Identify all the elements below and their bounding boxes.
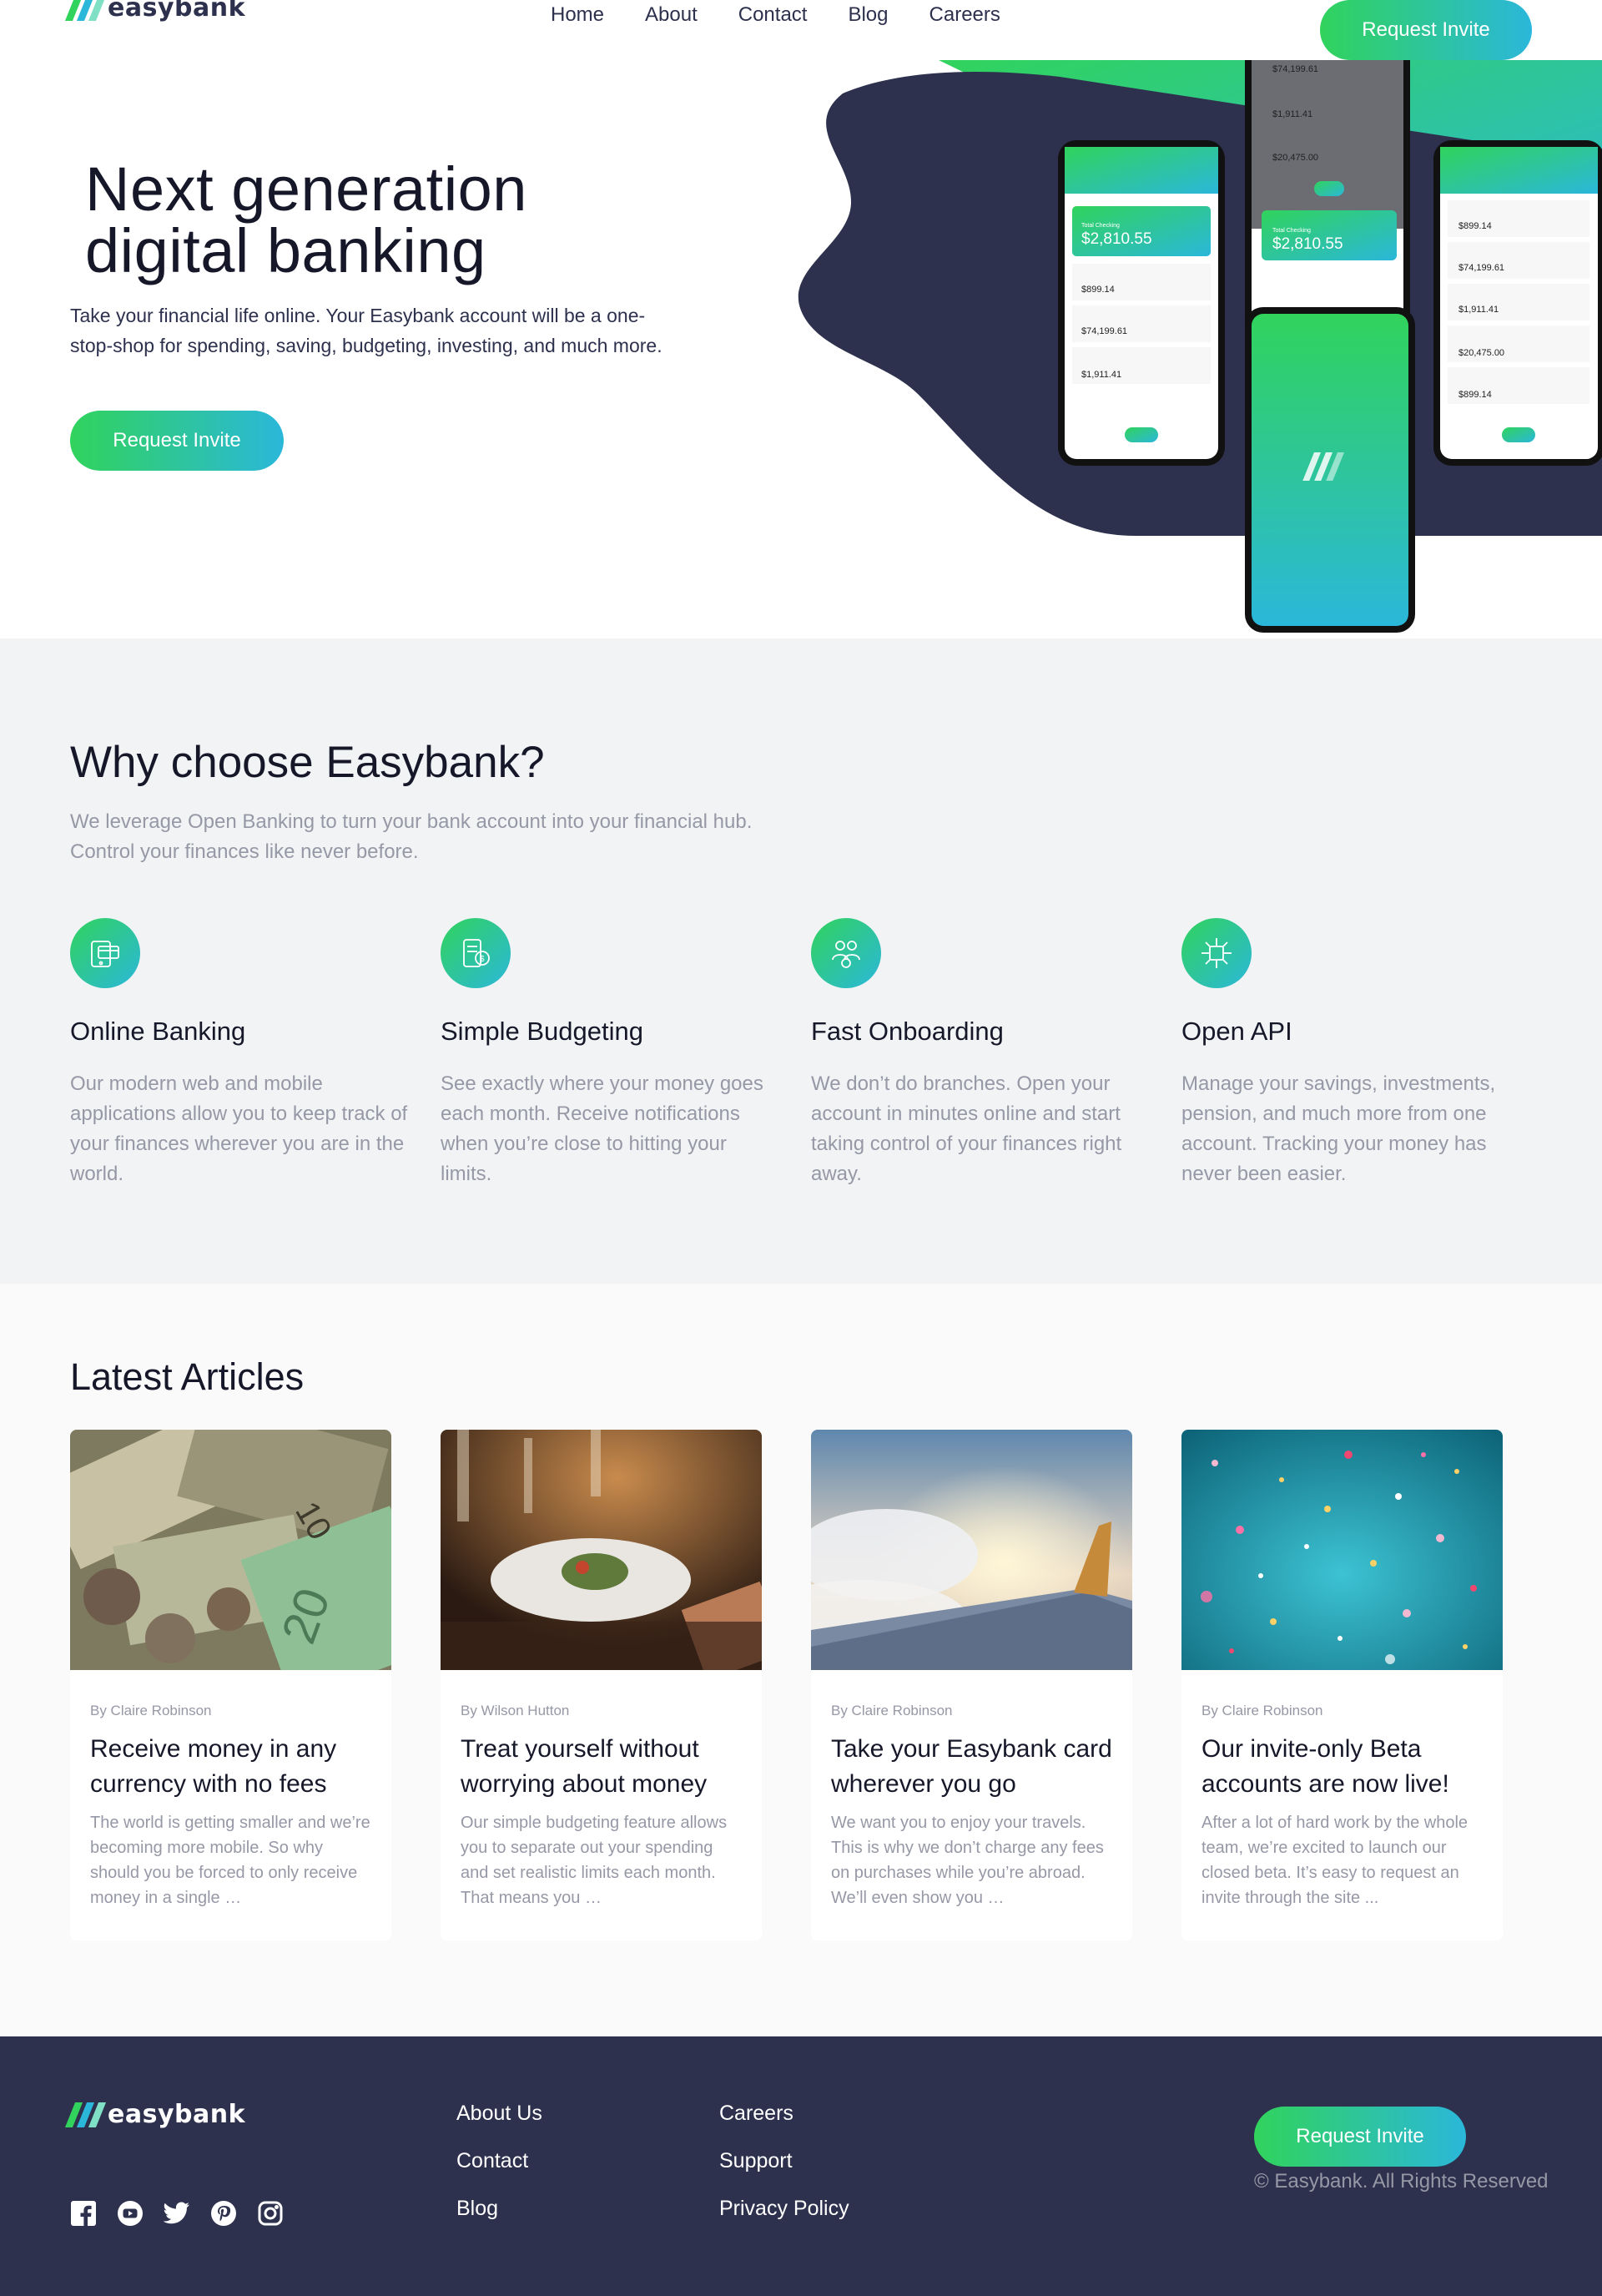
feature-fast-onboarding: Fast Onboarding We don’t do branches. Op… <box>811 918 1153 1189</box>
hero-title-line2: digital banking <box>85 216 486 285</box>
hero-request-invite-button[interactable]: Request Invite <box>70 411 284 471</box>
svg-text:$899.14: $899.14 <box>1458 221 1492 231</box>
article-excerpt: The world is getting smaller and we’re b… <box>90 1814 370 1907</box>
footer-link-about-us[interactable]: About Us <box>456 2102 542 2126</box>
feature-open-api: Open API Manage your savings, investment… <box>1181 918 1524 1189</box>
youtube-icon[interactable] <box>117 2200 144 2227</box>
why-section: Why choose Easybank? We leverage Open Ba… <box>0 638 1602 1284</box>
feature-text: See exactly where your money goes each m… <box>441 1072 763 1185</box>
svg-text:Total Checking: Total Checking <box>1081 223 1120 229</box>
article-excerpt: After a lot of hard work by the whole te… <box>1202 1814 1468 1907</box>
svg-text:$74,199.61: $74,199.61 <box>1458 263 1504 273</box>
social-links <box>70 2200 284 2227</box>
article-excerpt: Our simple budgeting feature allows you … <box>461 1814 728 1907</box>
article-excerpt: We want you to enjoy your travels. This … <box>831 1814 1104 1907</box>
why-title: Why choose Easybank? <box>70 738 545 787</box>
article-card[interactable]: By Wilson Hutton Treat yourself without … <box>441 1430 762 1940</box>
article-card[interactable]: By Claire Robinson Take your Easybank ca… <box>811 1430 1132 1940</box>
hero-title-line1: Next generation <box>85 154 527 224</box>
confetti-image <box>1181 1430 1503 1670</box>
hero-section: Next generation digital banking Take your… <box>0 60 1602 638</box>
svg-text:$1,911.41: $1,911.41 <box>1458 305 1499 315</box>
svg-text:$20,475.00: $20,475.00 <box>1272 153 1318 163</box>
facebook-icon[interactable] <box>70 2200 97 2227</box>
svg-text:$2,810.55: $2,810.55 <box>1081 230 1152 248</box>
footer-link-privacy-policy[interactable]: Privacy Policy <box>719 2197 849 2221</box>
nav-link-careers[interactable]: Careers <box>929 3 1000 27</box>
phone-left: Total Checking $2,810.55 $899.14 $74,199… <box>1058 140 1225 466</box>
nav-link-blog[interactable]: Blog <box>848 3 888 27</box>
budgeting-icon: $ <box>441 918 511 988</box>
nav-link-about[interactable]: About <box>645 3 698 27</box>
online-banking-icon <box>70 918 140 988</box>
svg-text:$74,199.61: $74,199.61 <box>1272 64 1318 74</box>
svg-text:$899.14: $899.14 <box>1081 285 1115 295</box>
article-title[interactable]: Take your Easybank card wherever you go <box>831 1732 1119 1802</box>
article-card[interactable]: 20 10 By Claire Robinson Receive money i… <box>70 1430 391 1940</box>
svg-text:$899.14: $899.14 <box>1458 390 1492 400</box>
footer-links-col2: Careers Support Privacy Policy <box>719 2102 849 2221</box>
nav-links: Home About Contact Blog Careers <box>551 3 1000 27</box>
svg-text:$20,475.00: $20,475.00 <box>1458 348 1504 358</box>
logo-wordmark: easybank <box>108 0 246 23</box>
footer-link-support[interactable]: Support <box>719 2149 849 2173</box>
phone-right: $899.14 $74,199.61 $1,911.41 $20,475.00 … <box>1433 140 1602 466</box>
feature-online-banking: Online Banking Our modern web and mobile… <box>70 918 412 1189</box>
twitter-icon[interactable] <box>164 2200 190 2227</box>
nav-link-home[interactable]: Home <box>551 3 604 27</box>
footer-link-careers[interactable]: Careers <box>719 2102 849 2126</box>
feature-text: Manage your savings, investments, pensio… <box>1181 1072 1496 1185</box>
phone-top: $74,199.61 $1,911.41 $20,475.00 Total Ch… <box>1245 60 1410 344</box>
svg-text:$74,199.61: $74,199.61 <box>1081 326 1127 336</box>
easybank-logo[interactable]: easybank <box>64 0 246 23</box>
copyright-text: © Easybank. All Rights Reserved <box>1254 2170 1549 2193</box>
plane-image <box>811 1430 1132 1670</box>
hero-text: Take your financial life online. Your Ea… <box>70 305 662 356</box>
feature-text: We don’t do branches. Open your account … <box>811 1072 1122 1185</box>
svg-text:$1,911.41: $1,911.41 <box>1272 109 1312 119</box>
article-author: By Claire Robinson <box>1202 1703 1323 1718</box>
logo-wordmark: easybank <box>108 2100 246 2129</box>
footer-links-col1: About Us Contact Blog <box>456 2102 542 2221</box>
footer-logo[interactable]: easybank <box>64 2100 246 2129</box>
article-title[interactable]: Treat yourself without worrying about mo… <box>461 1732 748 1802</box>
svg-text:$2,810.55: $2,810.55 <box>1272 235 1343 253</box>
article-author: By Claire Robinson <box>90 1703 212 1718</box>
footer: easybank About Us Contact Blog Careers S… <box>0 2036 1602 2296</box>
instagram-icon[interactable] <box>257 2200 284 2227</box>
feature-title: Open API <box>1181 1017 1292 1046</box>
request-invite-button[interactable]: Request Invite <box>1320 0 1532 60</box>
article-author: By Claire Robinson <box>831 1703 953 1718</box>
feature-title: Online Banking <box>70 1017 246 1046</box>
hero-phones-illustration: $74,199.61 $1,911.41 $20,475.00 Total Ch… <box>798 60 1602 633</box>
phone-center <box>1245 307 1415 633</box>
footer-link-blog[interactable]: Blog <box>456 2197 542 2221</box>
logo-mark-icon <box>64 2102 107 2127</box>
nav-link-contact[interactable]: Contact <box>738 3 808 27</box>
svg-text:Total Checking: Total Checking <box>1272 228 1311 234</box>
why-intro: We leverage Open Banking to turn your ba… <box>70 810 753 863</box>
feature-title: Simple Budgeting <box>441 1017 643 1046</box>
article-title[interactable]: Receive money in any currency with no fe… <box>90 1732 378 1802</box>
top-navigation: easybank Home About Contact Blog Careers… <box>0 0 1602 60</box>
currency-image: 20 10 <box>70 1430 391 1670</box>
articles-title: Latest Articles <box>70 1355 305 1398</box>
feature-title: Fast Onboarding <box>811 1017 1004 1046</box>
articles-section: Latest Articles 20 10 By Claire Robinson… <box>0 1284 1602 2036</box>
restaurant-image <box>441 1430 762 1670</box>
logo-mark-icon <box>64 0 107 21</box>
feature-text: Our modern web and mobile applications a… <box>70 1072 408 1185</box>
hero-title: Next generation digital banking <box>85 159 527 282</box>
api-icon <box>1181 918 1252 988</box>
feature-simple-budgeting: $ Simple Budgeting See exactly where you… <box>441 918 783 1189</box>
svg-text:$1,911.41: $1,911.41 <box>1081 370 1121 380</box>
footer-link-contact[interactable]: Contact <box>456 2149 542 2173</box>
pinterest-icon[interactable] <box>210 2200 237 2227</box>
article-title[interactable]: Our invite-only Beta accounts are now li… <box>1202 1732 1489 1802</box>
article-author: By Wilson Hutton <box>461 1703 570 1718</box>
article-card[interactable]: By Claire Robinson Our invite-only Beta … <box>1181 1430 1503 1940</box>
svg-text:$: $ <box>480 955 485 964</box>
onboarding-icon <box>811 918 881 988</box>
footer-request-invite-button[interactable]: Request Invite <box>1254 2107 1466 2167</box>
